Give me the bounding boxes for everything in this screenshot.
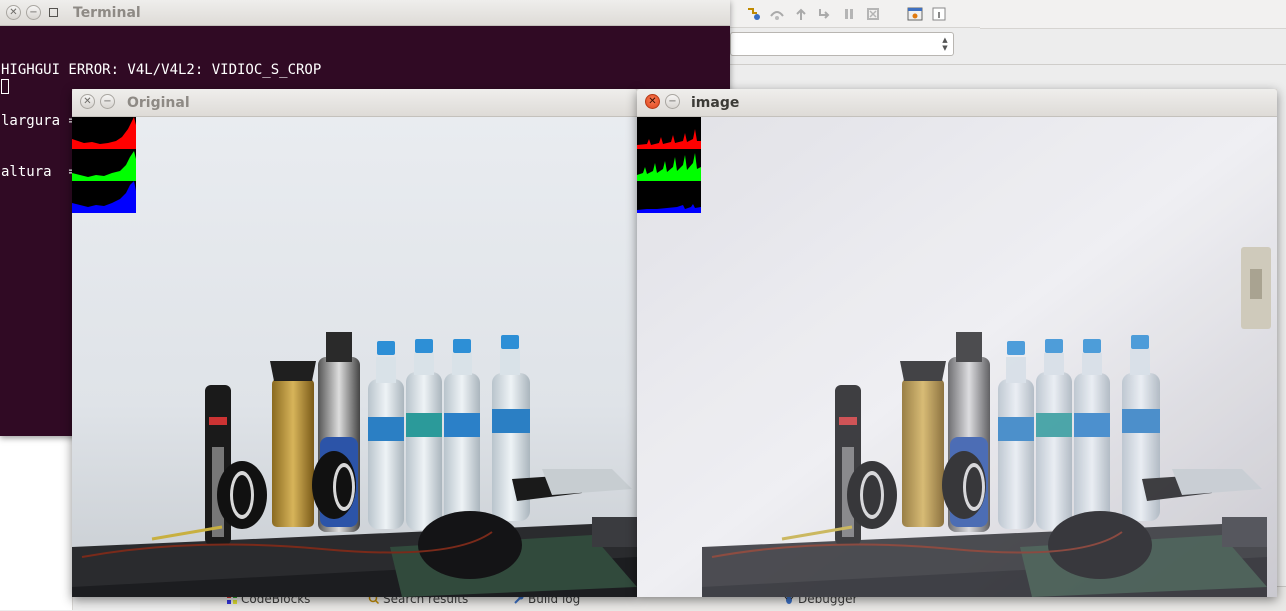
ide-left-pane: [0, 436, 73, 610]
ide-divider: [730, 64, 1286, 65]
info-icon[interactable]: [930, 5, 948, 23]
close-icon[interactable]: ✕: [80, 94, 95, 109]
ide-combo-box[interactable]: ▲ ▼: [730, 32, 954, 56]
close-icon[interactable]: ✕: [6, 5, 21, 20]
step-into-icon[interactable]: [744, 5, 762, 23]
image-window[interactable]: ✕ − image: [637, 89, 1277, 597]
original-window[interactable]: ✕ − Original: [72, 89, 637, 597]
maximize-icon[interactable]: [46, 5, 61, 20]
minimize-icon[interactable]: −: [100, 94, 115, 109]
rgb-histograms: [637, 117, 701, 213]
terminal-cursor: [1, 79, 9, 94]
window-title: Original: [127, 95, 190, 111]
window-title: image: [691, 95, 740, 111]
debug-window-icon[interactable]: [906, 5, 924, 23]
debug-toolbar: [730, 0, 980, 28]
stop-icon[interactable]: [864, 5, 882, 23]
image-titlebar[interactable]: ✕ − image: [637, 89, 1277, 117]
original-titlebar[interactable]: ✕ − Original: [72, 89, 637, 117]
pause-icon[interactable]: [840, 5, 858, 23]
minimize-icon[interactable]: −: [665, 94, 680, 109]
next-instruction-icon[interactable]: [816, 5, 834, 23]
terminal-titlebar[interactable]: ✕ − Terminal: [0, 0, 730, 26]
step-out-icon[interactable]: [792, 5, 810, 23]
close-icon[interactable]: ✕: [645, 94, 660, 109]
processed-camera-frame: [637, 117, 1277, 597]
combo-spinner-icon[interactable]: ▲ ▼: [937, 33, 953, 55]
step-over-icon[interactable]: [768, 5, 786, 23]
ide-toolbar-area: [980, 0, 1286, 29]
original-camera-frame: [72, 117, 637, 597]
minimize-icon[interactable]: −: [26, 5, 41, 20]
terminal-line: HIGHGUI ERROR: V4L/V4L2: VIDIOC_S_CROP: [1, 62, 322, 78]
rgb-histograms: [72, 117, 136, 213]
window-title: Terminal: [73, 5, 141, 21]
